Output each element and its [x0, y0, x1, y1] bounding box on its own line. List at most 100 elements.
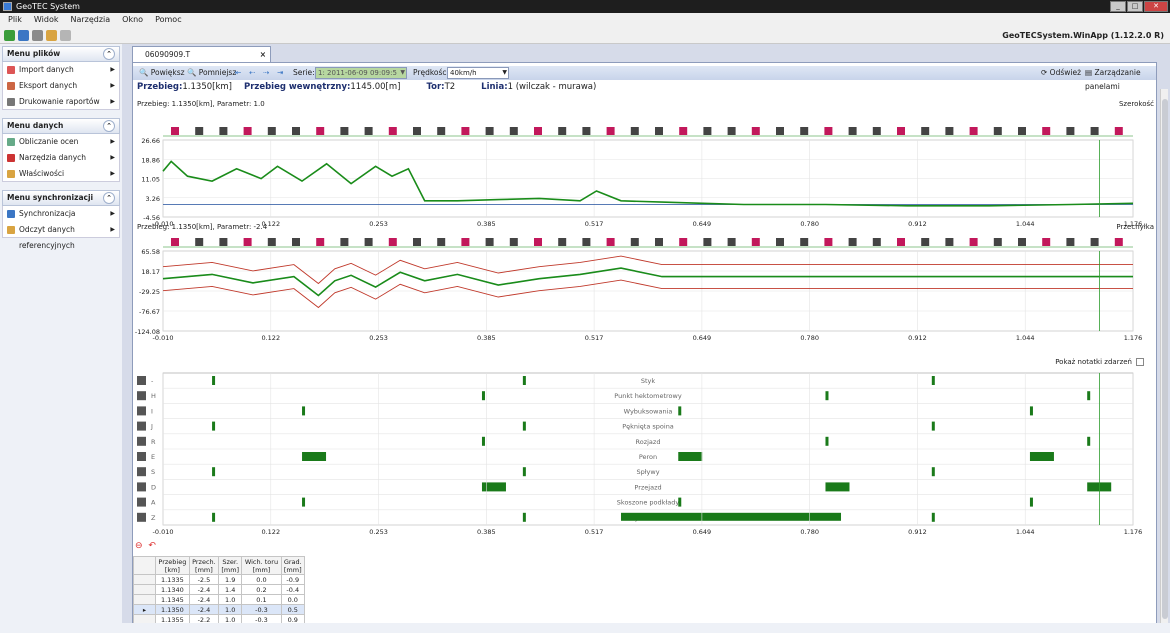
event-label: Spływy — [636, 468, 659, 476]
print-icon — [7, 98, 15, 106]
track-marker-icon — [1090, 238, 1099, 246]
event-type-icon — [137, 497, 146, 507]
event-type-icon — [137, 421, 146, 431]
zoom-in-button[interactable]: 🔍 Powiększ — [139, 66, 185, 80]
sidebar-item-drukowanie[interactable]: Drukowanie raportów ▶ — [2, 94, 120, 110]
nav-prev-icon[interactable]: ⇠ — [249, 66, 255, 80]
track-marker-icon — [558, 127, 567, 135]
section-menu-plikow[interactable]: Menu plików ⌃ — [2, 46, 120, 62]
sidebar-item-eksport[interactable]: Eksport danych ▶ — [2, 78, 120, 94]
sidebar-item-synchronizacja[interactable]: Synchronizacja ▶ — [2, 206, 120, 222]
table-row[interactable]: 1.1340 -2.4 1.4 0.2 -0.4 — [133, 584, 306, 595]
y-tick-label: 65.58 — [141, 248, 160, 256]
event-code: E — [151, 453, 155, 461]
track-marker-icon — [195, 238, 204, 246]
speed-select[interactable]: 40km/h ▼ — [447, 67, 509, 79]
collapse-icon[interactable]: ⌃ — [103, 192, 115, 204]
speed-label: Prędkości: — [413, 68, 452, 77]
maximize-button[interactable]: □ — [1127, 1, 1143, 12]
save-tool-icon[interactable] — [18, 30, 29, 41]
collapse-icon[interactable]: ⌃ — [103, 48, 115, 60]
undo-icon[interactable]: ↶ — [148, 541, 156, 551]
section-menu-synchronizacji[interactable]: Menu synchronizacji ⌃ — [2, 190, 120, 206]
chart1-header: Przebieg: 1.1350[km], Parametr: 1.0 — [137, 100, 265, 108]
scroll-thumb[interactable] — [1162, 99, 1168, 619]
nav-first-icon[interactable]: ⇤ — [235, 66, 241, 80]
track-marker-icon — [751, 127, 760, 135]
sidebar-splitter[interactable] — [122, 44, 130, 633]
event-mark — [481, 391, 485, 401]
event-mark — [1087, 436, 1091, 446]
close-tab-icon[interactable]: × — [260, 47, 266, 62]
event-mark — [931, 467, 935, 477]
import-icon — [7, 66, 15, 74]
zoom-out-button[interactable]: 🔍 Pomniejsz — [187, 66, 236, 80]
manage-panels-button[interactable]: ▤ Zarządzanie panelami — [1085, 66, 1156, 94]
menu-narzedzia[interactable]: Narzędzia — [70, 13, 110, 27]
section-menu-danych[interactable]: Menu danych ⌃ — [2, 118, 120, 134]
event-mark — [1029, 497, 1033, 507]
event-mark — [931, 421, 935, 431]
event-type-icon — [137, 391, 146, 401]
event-mark — [931, 512, 935, 522]
chart-toolbar: 🔍 Powiększ 🔍 Pomniejsz ⇤ ⇠ ⇢ ⇥ Serie: 1:… — [133, 66, 1156, 91]
y-tick-label: 26.66 — [141, 137, 160, 145]
nav-next-icon[interactable]: ⇢ — [263, 66, 269, 80]
table-row[interactable]: 1.1345 -2.4 1.0 0.1 0.0 — [133, 594, 306, 605]
track-marker-icon — [267, 238, 276, 246]
minimize-button[interactable]: _ — [1110, 1, 1126, 12]
track-marker-icon — [534, 238, 542, 246]
import-tool-icon[interactable] — [4, 30, 15, 41]
track-marker-icon — [921, 238, 930, 246]
track-marker-icon — [606, 238, 615, 246]
event-mark — [522, 512, 526, 522]
track-marker-icon — [195, 127, 204, 135]
x-tick-label: 0.649 — [693, 528, 712, 536]
series-select[interactable]: 1: 2011-06-09 09:09:5 ▼ — [315, 67, 407, 79]
vertical-scrollbar[interactable] — [1160, 89, 1168, 629]
y-tick-label: 11.05 — [141, 176, 160, 184]
nav-last-icon[interactable]: ⇥ — [277, 66, 283, 80]
event-mark — [212, 421, 216, 431]
menu-pomoc[interactable]: Pomoc — [155, 13, 182, 27]
x-tick-label: 0.517 — [585, 220, 604, 228]
remove-icon[interactable]: ⊖ — [135, 541, 143, 551]
x-tick-label: 0.649 — [693, 220, 712, 228]
document-tab[interactable]: 06090909.T × — [132, 46, 271, 62]
x-tick-label: 0.385 — [477, 528, 496, 536]
track-marker-icon — [921, 127, 930, 135]
event-label: Pęknięta spoina — [622, 423, 674, 431]
position-info: Przebieg: 1.1350[km] Przebieg wewnętrzny:… — [137, 82, 600, 92]
close-button[interactable]: ✕ — [1144, 1, 1168, 12]
collapse-icon[interactable]: ⌃ — [103, 120, 115, 132]
track-marker-icon — [655, 238, 663, 246]
sidebar-item-narzedzia[interactable]: Narzędzia danych ▶ — [2, 150, 120, 166]
event-mark — [522, 467, 526, 477]
menu-plik[interactable]: Plik — [8, 13, 22, 27]
track-marker-icon — [703, 127, 712, 135]
track-marker-icon — [485, 127, 494, 135]
table-row-selected[interactable]: ▸ 1.1350 -2.4 1.0 -0.3 0.5 — [133, 604, 306, 615]
track-marker-icon — [1066, 127, 1075, 135]
status-bar — [0, 623, 1170, 633]
refresh-button[interactable]: ⟳ Odśwież — [1041, 66, 1081, 80]
event-code: I — [151, 407, 153, 415]
event-mark — [678, 406, 682, 416]
user-tool-icon[interactable] — [60, 30, 71, 41]
event-type-icon — [137, 452, 146, 461]
sidebar-item-import[interactable]: Import danych ▶ — [2, 62, 120, 78]
x-tick-label: 0.649 — [693, 334, 712, 342]
table-row[interactable]: 1.1335 -2.5 1.9 0.0 -0.9 — [133, 574, 306, 585]
sidebar-item-wlasciwosci[interactable]: Właściwości ▶ — [2, 166, 120, 182]
charts-canvas[interactable]: 26.6618.8611.053.26-4.56-0.010 0.122 0.253… — [133, 111, 1156, 551]
sidebar-item-odczyt[interactable]: Odczyt danych referencyjnych ▶ — [2, 222, 120, 250]
sidebar-item-obliczanie[interactable]: Obliczanie ocen ▶ — [2, 134, 120, 150]
menu-okno[interactable]: Okno — [122, 13, 143, 27]
track-marker-icon — [824, 238, 833, 246]
x-tick-label: 1.176 — [1124, 528, 1143, 536]
track-marker-icon — [824, 127, 833, 135]
settings-tool-icon[interactable] — [32, 30, 43, 41]
chart1-name[interactable]: Szerokość — [1119, 100, 1154, 108]
tools-tool-icon[interactable] — [46, 30, 57, 41]
menu-widok[interactable]: Widok — [34, 13, 59, 27]
